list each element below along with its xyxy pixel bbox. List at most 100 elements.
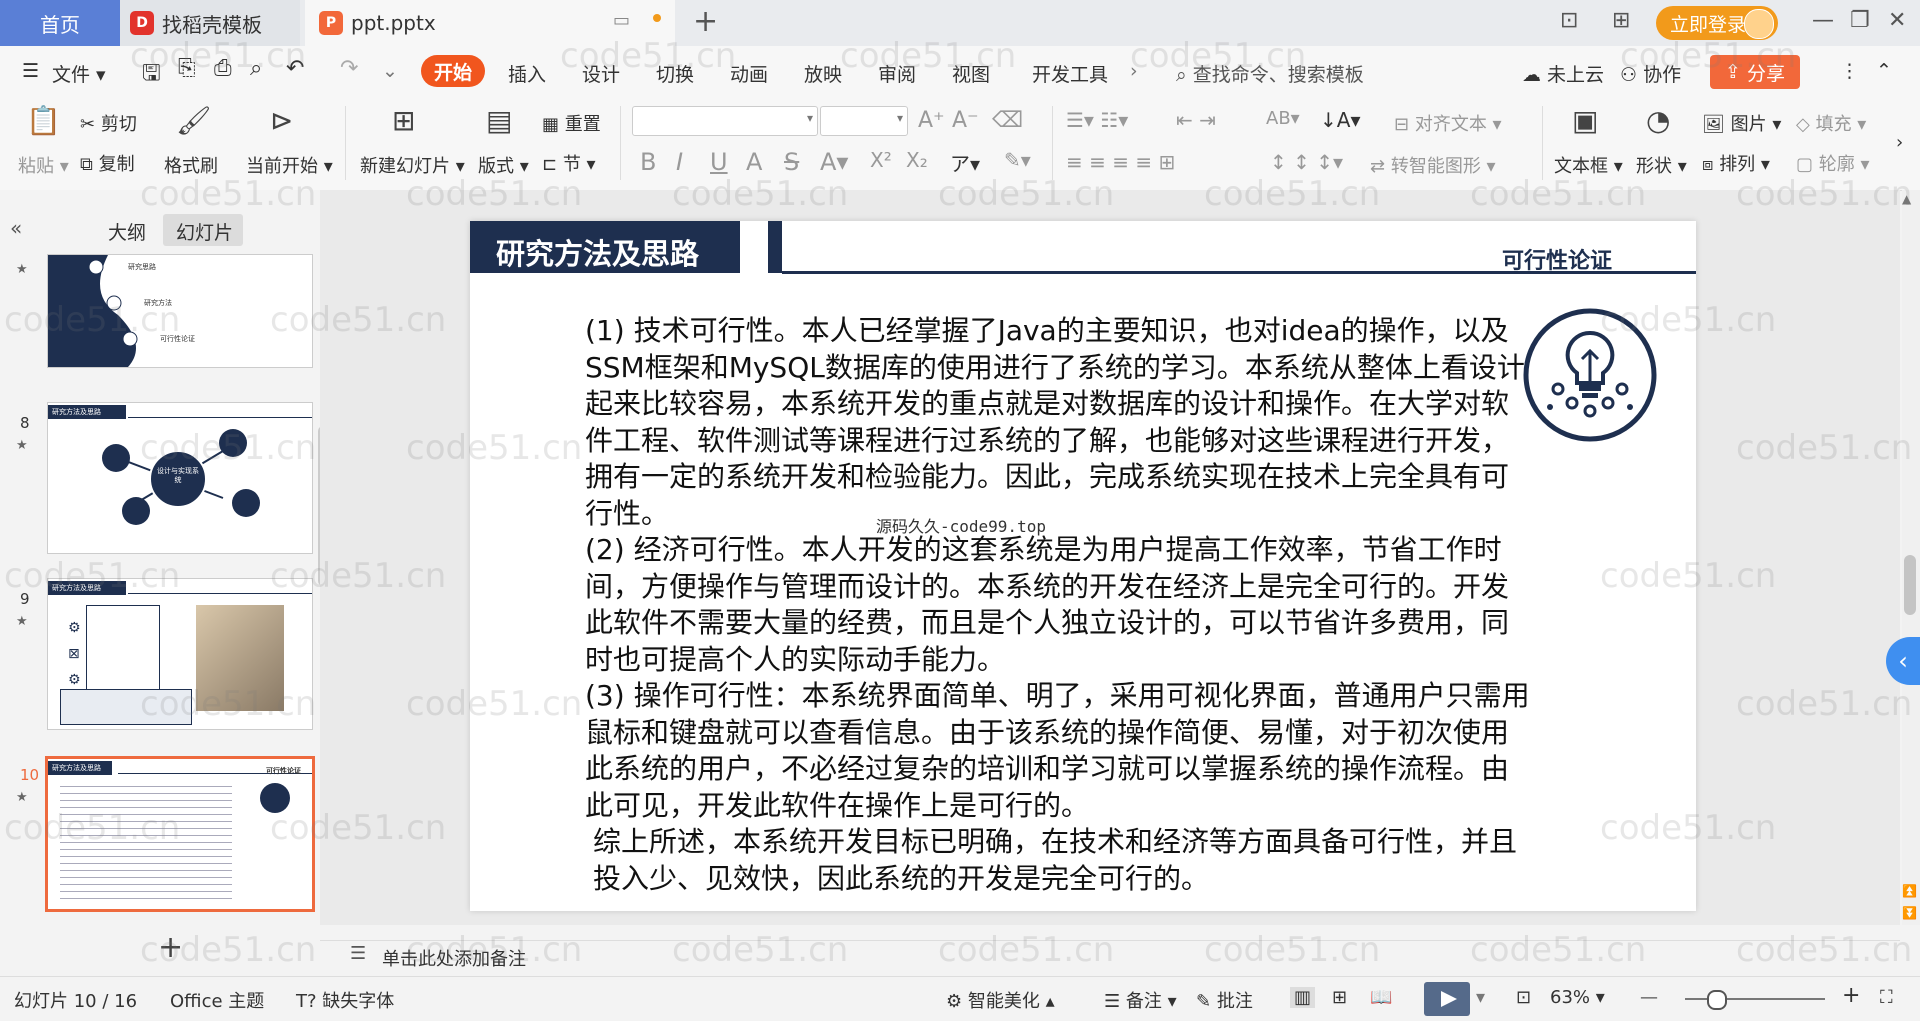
line-spacing-icons[interactable]: ↕ ↕ ↕▾ (1270, 150, 1343, 174)
slide-thumbnail-10[interactable]: 研究方法及思路 可行性论证 (45, 756, 315, 912)
collapse-ribbon-icon[interactable]: ⌃ (1876, 60, 1892, 82)
reading-view-icon[interactable]: 📖 (1370, 987, 1392, 1008)
format-painter-button[interactable]: 格式刷 (164, 152, 218, 178)
vertical-scroll-thumb[interactable] (1904, 555, 1916, 615)
apps-grid-icon[interactable]: ⊞ (1612, 8, 1630, 33)
play-from-current-button[interactable]: 当前开始 ▾ (246, 152, 333, 178)
copy-button[interactable]: ⧉ 复制 (80, 150, 135, 176)
arrange-button[interactable]: ⧈ 排列 ▾ (1702, 150, 1770, 176)
smart-beautify-button[interactable]: ⚙ 智能美化 ▴ (946, 987, 1055, 1013)
play-circle-icon[interactable]: ⊳ (270, 104, 293, 137)
slides-tab[interactable]: 幻灯片 (176, 218, 233, 245)
zoom-in-icon[interactable]: + (1842, 983, 1860, 1008)
zoom-slider[interactable] (1685, 998, 1825, 1000)
strikethrough-icon[interactable]: S (784, 148, 799, 176)
notes-toggle[interactable]: ☰ 备注 ▾ (1104, 987, 1177, 1013)
minimize-icon[interactable]: — (1812, 8, 1834, 33)
picture-button[interactable]: 🖼 图片 ▾ (1702, 110, 1781, 136)
slide-thumbnail-8[interactable]: 研究方法及思路 设计与实现系统 (47, 402, 313, 554)
command-search[interactable]: ⌕ 查找命令、搜索模板 (1176, 60, 1364, 87)
layout-icon[interactable]: ▤ (486, 104, 512, 137)
tab-slideshow[interactable]: 放映 (804, 60, 842, 87)
sorter-view-icon[interactable]: ⊞ (1332, 987, 1347, 1008)
undo-icon[interactable]: ↶ (286, 56, 304, 81)
format-painter-icon[interactable]: 🖌 (176, 104, 212, 137)
text-effect-icon[interactable]: A (746, 148, 762, 176)
new-tab-plus-icon[interactable]: + (693, 4, 718, 39)
text-box-button[interactable]: 文本框 ▾ (1554, 152, 1623, 178)
paragraph-align-icons[interactable]: ≡ ≡ ≡ ≡ ⊞ (1066, 150, 1175, 174)
more-options-icon[interactable]: ⋮ (1840, 60, 1859, 82)
tab-insert[interactable]: 插入 (508, 60, 546, 87)
clear-format-icon[interactable]: ⌫ (992, 108, 1023, 133)
collab-button[interactable]: ⚇ 协作 (1620, 60, 1681, 87)
outline-button[interactable]: ▢ 轮廓 ▾ (1796, 150, 1870, 176)
more-tabs-icon[interactable]: › (1130, 60, 1138, 82)
tab-design[interactable]: 设计 (582, 60, 620, 87)
tab-review[interactable]: 审阅 (878, 60, 916, 87)
new-slide-button[interactable]: 新建幻灯片 ▾ (360, 152, 465, 178)
tab-home-ribbon[interactable]: 开始 (421, 55, 485, 87)
smart-art-button[interactable]: ⇄ 转智能图形 ▾ (1370, 152, 1496, 178)
phonetic-icon[interactable]: ア▾ (950, 148, 980, 177)
slideshow-dropdown-icon[interactable]: ▾ (1476, 987, 1485, 1008)
sort-icon[interactable]: ↓A▾ (1320, 108, 1360, 132)
reset-button[interactable]: ▦ 重置 (542, 110, 601, 136)
monitor-icon[interactable]: ▭ (613, 10, 630, 31)
zoom-out-icon[interactable]: — (1640, 987, 1658, 1008)
increase-font-icon[interactable]: A⁺ (918, 108, 945, 133)
align-text-button[interactable]: ⊟ 对齐文本 ▾ (1394, 110, 1502, 136)
quick-access-dropdown-icon[interactable]: ⌄ (382, 60, 398, 82)
slideshow-play-button[interactable] (1424, 982, 1470, 1016)
paste-button[interactable]: 粘贴 ▾ (18, 152, 69, 178)
share-button[interactable]: ⇪ 分享 (1710, 55, 1800, 89)
cloud-status[interactable]: ☁ 未上云 (1522, 60, 1604, 87)
missing-font-button[interactable]: T? 缺失字体 (296, 987, 394, 1013)
italic-icon[interactable]: I (676, 148, 683, 176)
outline-tab[interactable]: 大纲 (108, 218, 146, 245)
font-name-combo[interactable] (632, 106, 818, 136)
file-menu[interactable]: 文件 ▾ (52, 60, 106, 87)
print-preview-icon[interactable]: ⌕ (250, 56, 262, 81)
redo-icon[interactable]: ↷ (340, 56, 358, 81)
paste-icon[interactable]: 📋 (26, 104, 61, 137)
bullets-icon[interactable]: ☰▾ ☷▾ (1066, 108, 1128, 132)
text-box-icon[interactable]: ▣ (1572, 104, 1598, 137)
decrease-font-icon[interactable]: A⁻ (952, 108, 979, 133)
bold-icon[interactable]: B (640, 148, 656, 176)
login-button[interactable]: 立即登录 (1656, 6, 1778, 40)
save-icon[interactable]: 🖫 (142, 56, 161, 94)
indent-icons[interactable]: ⇤ ⇥ (1176, 108, 1216, 132)
shape-icon[interactable]: ◔ (1646, 104, 1670, 137)
hamburger-icon[interactable]: ☰ (22, 60, 39, 82)
zoom-level[interactable]: 63% ▾ (1550, 987, 1605, 1008)
tab-animations[interactable]: 动画 (730, 60, 768, 87)
tab-developer[interactable]: 开发工具 (1032, 60, 1108, 87)
tab-view[interactable]: 视图 (952, 60, 990, 87)
fit-window-icon[interactable]: ⊡ (1516, 987, 1531, 1008)
highlight-icon[interactable]: ✎▾ (1004, 148, 1031, 172)
normal-view-icon[interactable]: ▥ (1290, 987, 1316, 1008)
slide-thumbnail-7[interactable]: 研究思路 研究方法 可行性论证 (47, 254, 313, 368)
zoom-slider-knob[interactable] (1707, 990, 1727, 1010)
layout-button[interactable]: 版式 ▾ (478, 152, 529, 178)
fill-button[interactable]: ◇ 填充 ▾ (1796, 110, 1866, 136)
tab-transitions[interactable]: 切换 (656, 60, 694, 87)
print-icon[interactable]: ⎙ (214, 56, 232, 81)
slide-body-text[interactable]: (1) 技术可行性。本人已经掌握了Java的主要知识，也对idea的操作，以及S… (525, 313, 1535, 897)
close-icon[interactable]: ✕ (1888, 8, 1906, 33)
restore-icon[interactable]: ❐ (1850, 8, 1870, 33)
font-size-combo[interactable] (820, 106, 908, 136)
layout-switch-icon[interactable]: ⊡ (1560, 8, 1578, 33)
superscript-icon[interactable]: X² (870, 148, 892, 172)
theme-name[interactable]: Office 主题 (170, 987, 264, 1013)
scroll-up-icon[interactable]: ▲ (1902, 192, 1911, 206)
section-button[interactable]: ⊏ 节 ▾ (542, 150, 596, 176)
subscript-icon[interactable]: X₂ (906, 148, 928, 172)
export-pdf-icon[interactable]: ⎘ (178, 56, 196, 81)
scroll-page-down-icon[interactable]: ⏬ (1902, 906, 1917, 920)
current-slide[interactable]: 研究方法及思路 可行性论证 (1) 技术可行性。本人已经掌握了Java的主要知识… (470, 221, 1696, 911)
docer-tab[interactable]: D 找稻壳模板 (120, 0, 300, 46)
shape-button[interactable]: 形状 ▾ (1636, 152, 1687, 178)
fullscreen-icon[interactable]: ⛶ (1880, 987, 1893, 1008)
